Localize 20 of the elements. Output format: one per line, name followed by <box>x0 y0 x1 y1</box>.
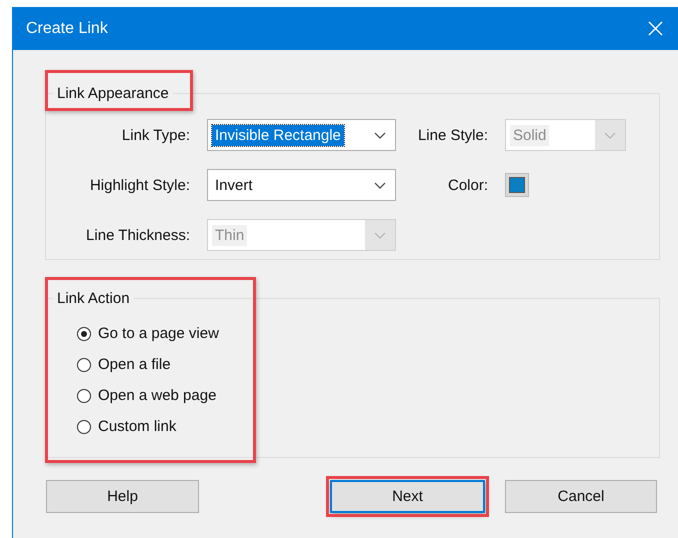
dropdown[interactable]: Invert <box>207 169 396 201</box>
group-title: Link Action <box>56 290 131 307</box>
field-label: Line Style: <box>416 126 488 144</box>
radio-option[interactable]: Custom link <box>77 418 659 435</box>
dropdown-value: Invisible Rectangle <box>212 124 344 146</box>
dropdown-value: Invert <box>214 176 254 196</box>
dialog-button[interactable]: Help <box>46 480 199 513</box>
field-label: Color: <box>446 176 488 194</box>
field-label: Line Thickness: <box>85 226 190 244</box>
radio-option[interactable]: Open a web page <box>77 387 659 404</box>
field-label: Highlight Style: <box>88 176 190 194</box>
group-title: Link Appearance <box>56 85 170 102</box>
dialog-button[interactable]: Cancel <box>505 480 657 513</box>
window-title: Create Link <box>26 20 108 38</box>
dropdown-value: Solid <box>510 124 550 146</box>
radio-option[interactable]: Go to a page view <box>77 325 659 342</box>
radio-option[interactable]: Open a file <box>77 356 659 373</box>
field-label: Link Type: <box>120 126 190 144</box>
dropdown-value: Thin <box>212 224 248 246</box>
dropdown[interactable]: Invisible Rectangle <box>207 119 396 151</box>
